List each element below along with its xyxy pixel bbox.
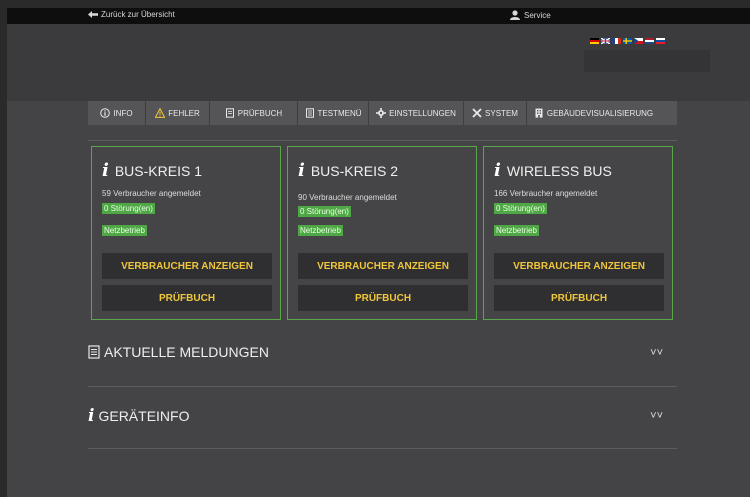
- card-title: BUS-KREIS 1: [114, 162, 202, 179]
- service-label: Service: [524, 10, 551, 20]
- gear-icon: [376, 108, 387, 118]
- flag-se-icon[interactable]: [623, 38, 632, 44]
- pruefbuch-button[interactable]: PRÜFBUCH: [298, 285, 468, 311]
- fault-badge: 0 Störung(en): [102, 203, 155, 214]
- info-circle-icon: [100, 108, 111, 118]
- nav-item-testmenue[interactable]: TESTMENÜ: [298, 101, 369, 125]
- book-icon: [225, 108, 234, 118]
- info-icon: i: [102, 160, 109, 181]
- nav-label-system: SYSTEM: [485, 108, 518, 118]
- show-consumers-button[interactable]: VERBRAUCHER ANZEIGEN: [298, 253, 468, 279]
- nav-item-fehler[interactable]: FEHLER: [146, 101, 210, 125]
- flag-fr-icon[interactable]: [612, 38, 621, 44]
- card-consumer-count: 90 Verbraucher angemeldet: [298, 193, 397, 202]
- flag-uk-icon[interactable]: [601, 38, 610, 44]
- language-flags: [590, 38, 665, 44]
- mode-badge: Netzbetrieb: [102, 225, 147, 236]
- info-icon: i: [88, 406, 95, 426]
- pruefbuch-button[interactable]: PRÜFBUCH: [494, 285, 664, 311]
- nav-label-pruefbuch: PRÜFBUCH: [237, 108, 283, 118]
- nav-label-fehler: FEHLER: [168, 108, 200, 118]
- section-divider: [88, 448, 677, 449]
- building-icon: [535, 108, 543, 118]
- back-link-label: Zurück zur Übersicht: [101, 10, 175, 19]
- card-title: WIRELESS BUS: [506, 162, 612, 179]
- card-title: BUS-KREIS 2: [310, 162, 398, 179]
- card-wireless-bus: i WIRELESS BUS 166 Verbraucher angemeldet…: [483, 146, 673, 320]
- mode-badge: Netzbetrieb: [494, 225, 539, 236]
- arrow-left-icon: [88, 11, 98, 18]
- nav-label-einstellungen: EINSTELLUNGEN: [389, 108, 456, 118]
- main-nav: INFO FEHLER PRÜFBUCH TESTMENÜ EINSTELLUN…: [88, 101, 677, 125]
- back-to-overview-link[interactable]: Zurück zur Übersicht: [88, 10, 175, 19]
- chevron-double-down-icon[interactable]: ˅˅: [650, 347, 663, 359]
- divider: [88, 140, 677, 141]
- pruefbuch-button[interactable]: PRÜFBUCH: [102, 285, 272, 311]
- section-divider: [88, 386, 677, 387]
- card-consumer-count: 166 Verbraucher angemeldet: [494, 189, 598, 198]
- flag-sk-icon[interactable]: [656, 38, 665, 44]
- info-icon: i: [494, 160, 501, 181]
- flag-de-icon[interactable]: [590, 38, 599, 44]
- card-consumer-count: 59 Verbraucher angemeldet: [102, 189, 201, 198]
- flag-nl-icon[interactable]: [645, 38, 654, 44]
- nav-item-info[interactable]: INFO: [88, 101, 146, 125]
- document-icon: [88, 345, 100, 359]
- mode-badge: Netzbetrieb: [298, 225, 343, 236]
- nav-item-pruefbuch[interactable]: PRÜFBUCH: [210, 101, 298, 125]
- user-icon: [510, 10, 520, 20]
- fault-badge: 0 Störung(en): [494, 203, 547, 214]
- show-consumers-button[interactable]: VERBRAUCHER ANZEIGEN: [494, 253, 664, 279]
- language-panel: [584, 50, 710, 72]
- service-link[interactable]: Service: [510, 10, 551, 20]
- flag-cz-icon[interactable]: [634, 38, 643, 44]
- card-bus-kreis-2: i BUS-KREIS 2 90 Verbraucher angemeldet 0…: [287, 146, 477, 320]
- card-bus-kreis-1: i BUS-KREIS 1 59 Verbraucher angemeldet 0…: [91, 146, 281, 320]
- nav-label-info: INFO: [113, 108, 133, 118]
- nav-label-testmenue: TESTMENÜ: [317, 108, 362, 118]
- tools-icon: [472, 108, 482, 118]
- section-title: GERÄTEINFO: [98, 408, 190, 424]
- section-title: AKTUELLE MELDUNGEN: [104, 344, 269, 360]
- section-geraeteinfo[interactable]: i GERÄTEINFO ˅˅: [88, 398, 677, 458]
- warning-icon: [155, 108, 166, 118]
- nav-item-system[interactable]: SYSTEM: [464, 101, 527, 125]
- chevron-double-down-icon[interactable]: ˅˅: [650, 410, 663, 422]
- nav-label-gebaeudevisualisierung: GEBÄUDEVISUALISIERUNG: [546, 108, 654, 118]
- info-icon: i: [298, 160, 305, 181]
- nav-item-gebaeudevisualisierung[interactable]: GEBÄUDEVISUALISIERUNG: [527, 101, 660, 125]
- nav-item-einstellungen[interactable]: EINSTELLUNGEN: [369, 101, 464, 125]
- test-icon: [305, 108, 314, 118]
- fault-badge: 0 Störung(en): [298, 206, 351, 217]
- show-consumers-button[interactable]: VERBRAUCHER ANZEIGEN: [102, 253, 272, 279]
